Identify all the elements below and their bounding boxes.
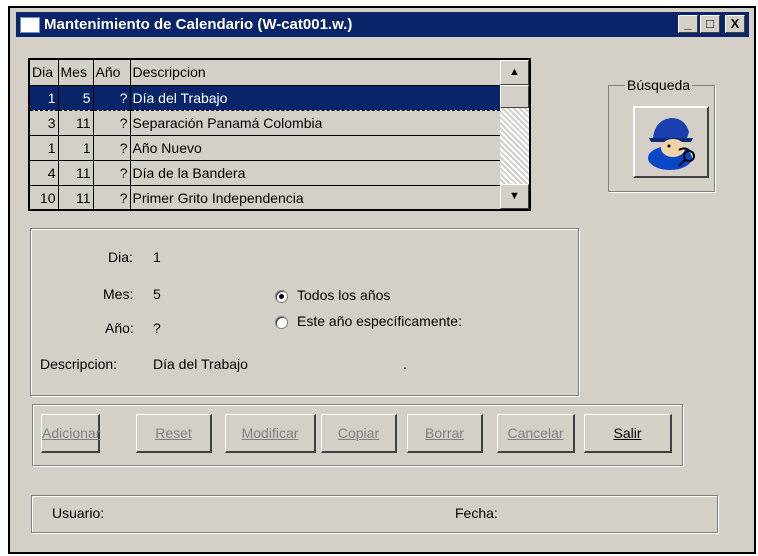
cancelar-button[interactable]: Cancelar [497, 414, 575, 453]
copiar-button[interactable]: Copiar [321, 414, 397, 453]
window-icon [20, 17, 40, 33]
column-header-anio[interactable]: Año [93, 60, 131, 86]
window-title: Mantenimiento de Calendario (W-cat001.w.… [44, 16, 353, 33]
radio-especifico[interactable] [275, 316, 288, 329]
grid-header: Dia Mes Año Descripcion [30, 60, 501, 86]
descripcion-value: Día del Trabajo [153, 356, 248, 372]
dia-label: Dia: [108, 249, 133, 265]
anio-label: Año: [105, 320, 134, 336]
salir-button[interactable]: Salir [584, 414, 672, 453]
grid-scrollbar[interactable]: ▲ ▼ [500, 60, 529, 209]
anio-value: ? [153, 320, 161, 336]
radio-todos[interactable] [275, 290, 288, 303]
table-row[interactable]: 1 1 ? Año Nuevo [30, 135, 501, 161]
radio-dot-icon [279, 294, 284, 299]
calendar-grid[interactable]: Dia Mes Año Descripcion 1 5 ? Día del Tr… [28, 58, 531, 211]
table-row[interactable]: 3 11 ? Separación Panamá Colombia [30, 110, 501, 136]
cell-descripcion: Día del Trabajo [130, 84, 501, 111]
cell-anio: ? [93, 135, 131, 161]
table-row[interactable]: 4 11 ? Día de la Bandera [30, 160, 501, 186]
column-header-dia[interactable]: Dia [30, 60, 59, 86]
status-bar [31, 495, 718, 533]
busqueda-button[interactable] [633, 106, 709, 178]
cell-mes: 11 [58, 185, 94, 209]
minimize-button[interactable]: _ [678, 15, 698, 33]
scroll-down-icon[interactable]: ▼ [500, 184, 529, 209]
cell-dia: 4 [30, 160, 59, 186]
modificar-button[interactable]: Modificar [225, 414, 316, 453]
title-bar[interactable]: Mantenimiento de Calendario (W-cat001.w.… [16, 12, 749, 37]
scroll-thumb[interactable] [500, 85, 529, 108]
column-header-descripcion[interactable]: Descripcion [130, 60, 501, 86]
fecha-label: Fecha: [455, 505, 498, 521]
cell-anio: ? [93, 185, 131, 209]
usuario-label: Usuario: [52, 505, 105, 521]
cell-dia: 1 [30, 84, 59, 111]
cell-dia: 1 [30, 135, 59, 161]
table-row[interactable]: 1 5 ? Día del Trabajo [30, 84, 501, 111]
cell-descripcion: Separación Panamá Colombia [130, 110, 501, 136]
cell-mes: 11 [58, 160, 94, 186]
close-button[interactable]: X [725, 15, 745, 33]
cell-mes: 5 [58, 84, 94, 111]
cell-descripcion: Día de la Bandera [130, 160, 501, 186]
radio-todos-label[interactable]: Todos los años [297, 287, 390, 303]
maximize-button[interactable]: □ [700, 15, 720, 33]
cell-descripcion: Primer Grito Independencia [130, 185, 501, 209]
scroll-up-icon[interactable]: ▲ [500, 60, 529, 85]
borrar-button[interactable]: Borrar [407, 414, 483, 453]
adicionar-button[interactable]: Adicionar [41, 414, 100, 453]
cell-anio: ? [93, 160, 131, 186]
cell-anio: ? [93, 84, 131, 111]
description-end-dot: . [403, 356, 407, 372]
column-header-mes[interactable]: Mes [58, 60, 94, 86]
dia-value: 1 [153, 249, 161, 265]
cell-mes: 1 [58, 135, 94, 161]
mes-value: 5 [153, 286, 161, 302]
radio-especifico-label[interactable]: Este año específicamente: [297, 313, 462, 329]
reset-button[interactable]: Reset [136, 414, 212, 453]
table-row[interactable]: 10 11 ? Primer Grito Independencia [30, 185, 501, 209]
cell-dia: 10 [30, 185, 59, 209]
cell-anio: ? [93, 110, 131, 136]
mes-label: Mes: [103, 286, 134, 302]
cell-dia: 3 [30, 110, 59, 136]
cell-descripcion: Año Nuevo [130, 135, 501, 161]
busqueda-label: Búsqueda [625, 77, 693, 93]
search-detective-icon [648, 118, 695, 170]
descripcion-label: Descripcion: [40, 356, 118, 372]
cell-mes: 11 [58, 110, 94, 136]
